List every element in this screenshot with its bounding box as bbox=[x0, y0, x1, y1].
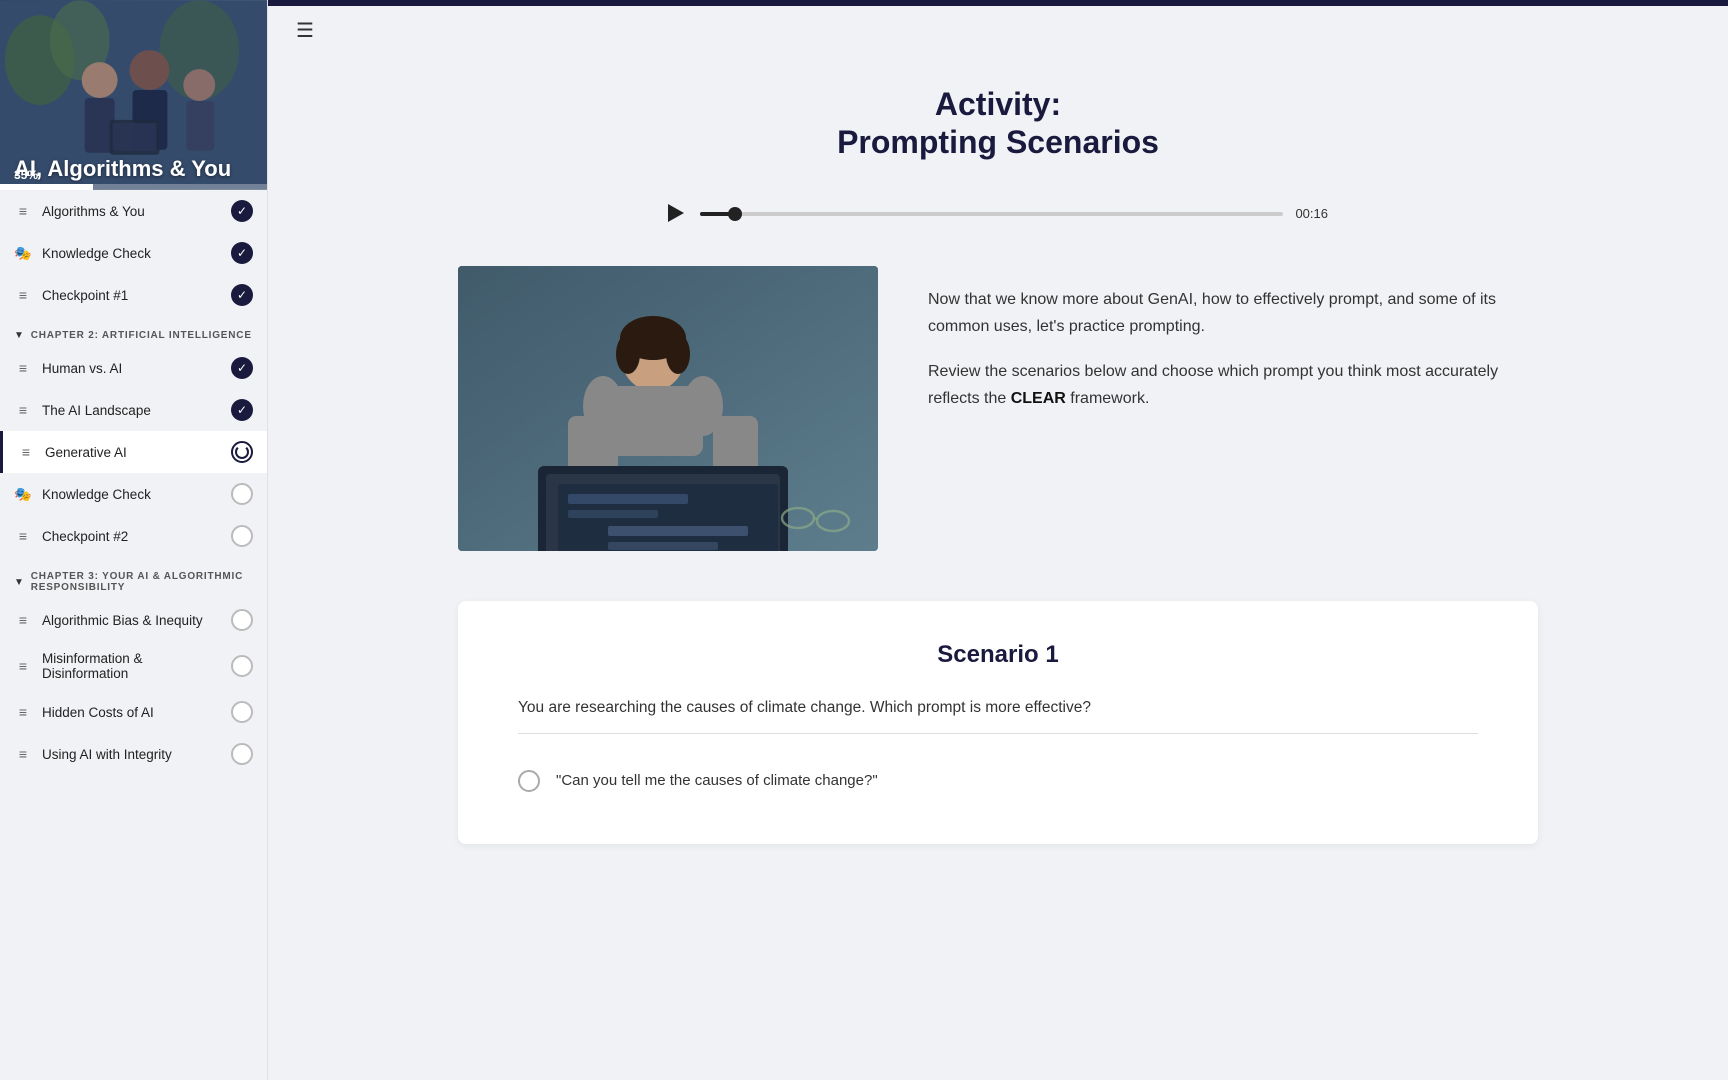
sidebar-item-label: Misinformation & Disinformation bbox=[42, 651, 221, 681]
chevron-down-icon: ▼ bbox=[14, 577, 25, 588]
sidebar-navigation: ≡ Algorithms & You ✓ 🎭 Knowledge Check ✓… bbox=[0, 190, 267, 1080]
quiz-icon: 🎭 bbox=[14, 245, 32, 262]
scenario-card: Scenario 1 You are researching the cause… bbox=[458, 601, 1538, 844]
status-empty-icon bbox=[231, 609, 253, 631]
status-complete-icon: ✓ bbox=[231, 242, 253, 264]
list-icon: ≡ bbox=[14, 746, 32, 762]
status-empty-icon bbox=[231, 655, 253, 677]
header-bar: ☰ bbox=[268, 6, 1728, 55]
quiz-icon: 🎭 bbox=[14, 486, 32, 503]
status-complete-icon: ✓ bbox=[231, 357, 253, 379]
sidebar-item-human-vs-ai[interactable]: ≡ Human vs. AI ✓ bbox=[0, 347, 267, 389]
status-empty-icon bbox=[231, 525, 253, 547]
status-complete-icon: ✓ bbox=[231, 200, 253, 222]
status-complete-icon: ✓ bbox=[231, 399, 253, 421]
main-content: ☰ Activity: Prompting Scenarios 00:16 bbox=[268, 0, 1728, 1080]
chapter-2-title: CHAPTER 2: ARTIFICIAL INTELLIGENCE bbox=[31, 330, 252, 341]
list-icon: ≡ bbox=[14, 287, 32, 303]
sidebar-item-knowledge-check-1[interactable]: 🎭 Knowledge Check ✓ bbox=[0, 232, 267, 274]
scenario-question: You are researching the causes of climat… bbox=[518, 699, 1478, 717]
content-image bbox=[458, 266, 878, 551]
audio-track[interactable] bbox=[700, 212, 1283, 216]
sidebar: AI, Algorithms & You 35% ≡ Algorithms & … bbox=[0, 0, 268, 1080]
audio-player[interactable]: 00:16 bbox=[648, 192, 1348, 236]
sidebar-item-label: Human vs. AI bbox=[42, 361, 221, 376]
sidebar-item-algorithmic-bias[interactable]: ≡ Algorithmic Bias & Inequity bbox=[0, 599, 267, 641]
list-icon: ≡ bbox=[14, 658, 32, 674]
sidebar-item-label: Knowledge Check bbox=[42, 487, 221, 502]
sidebar-item-ai-landscape[interactable]: ≡ The AI Landscape ✓ bbox=[0, 389, 267, 431]
sidebar-item-label: Using AI with Integrity bbox=[42, 747, 221, 762]
sidebar-item-algorithms-you[interactable]: ≡ Algorithms & You ✓ bbox=[0, 190, 267, 232]
scenario-divider bbox=[518, 733, 1478, 734]
radio-button-a[interactable] bbox=[518, 770, 540, 792]
content-bold-keyword: CLEAR bbox=[1011, 390, 1066, 407]
list-icon: ≡ bbox=[14, 360, 32, 376]
sidebar-item-label: Algorithms & You bbox=[42, 204, 221, 219]
content-text-block: Now that we know more about GenAI, how t… bbox=[928, 266, 1538, 431]
sidebar-item-label: Hidden Costs of AI bbox=[42, 705, 221, 720]
sidebar-hero: AI, Algorithms & You 35% bbox=[0, 0, 267, 190]
sidebar-item-checkpoint-1[interactable]: ≡ Checkpoint #1 ✓ bbox=[0, 274, 267, 316]
chapter-2-header: ▼ CHAPTER 2: ARTIFICIAL INTELLIGENCE bbox=[0, 316, 267, 347]
content-paragraph-1: Now that we know more about GenAI, how t… bbox=[928, 286, 1538, 340]
list-icon: ≡ bbox=[14, 203, 32, 219]
chapter-3-title: CHAPTER 3: YOUR AI & ALGORITHMIC RESPONS… bbox=[31, 571, 253, 593]
content-text-after-bold: framework. bbox=[1070, 390, 1149, 407]
sidebar-item-label: Generative AI bbox=[45, 445, 221, 460]
list-icon: ≡ bbox=[14, 402, 32, 418]
status-empty-icon bbox=[231, 483, 253, 505]
status-complete-icon: ✓ bbox=[231, 284, 253, 306]
list-icon: ≡ bbox=[14, 528, 32, 544]
sidebar-item-label: Checkpoint #2 bbox=[42, 529, 221, 544]
status-empty-icon bbox=[231, 701, 253, 723]
play-icon bbox=[668, 204, 684, 222]
page-title-line1: Activity: bbox=[458, 85, 1538, 123]
sidebar-item-using-ai-integrity[interactable]: ≡ Using AI with Integrity bbox=[0, 733, 267, 775]
sidebar-item-misinformation[interactable]: ≡ Misinformation & Disinformation bbox=[0, 641, 267, 691]
scenario-title: Scenario 1 bbox=[518, 641, 1478, 669]
sidebar-item-generative-ai[interactable]: ≡ Generative AI bbox=[0, 431, 267, 473]
sidebar-item-label: Algorithmic Bias & Inequity bbox=[42, 613, 221, 628]
sidebar-item-knowledge-check-2[interactable]: 🎭 Knowledge Check bbox=[0, 473, 267, 515]
chapter-3-header: ▼ CHAPTER 3: YOUR AI & ALGORITHMIC RESPO… bbox=[0, 557, 267, 599]
scenario-option-a[interactable]: "Can you tell me the causes of climate c… bbox=[518, 758, 1478, 804]
sidebar-item-checkpoint-2[interactable]: ≡ Checkpoint #2 bbox=[0, 515, 267, 557]
list-icon: ≡ bbox=[17, 444, 35, 460]
content-two-column: Now that we know more about GenAI, how t… bbox=[458, 266, 1538, 551]
hamburger-button[interactable]: ☰ bbox=[288, 14, 322, 47]
sidebar-item-label: The AI Landscape bbox=[42, 403, 221, 418]
status-in-progress-icon bbox=[231, 441, 253, 463]
play-button[interactable] bbox=[668, 204, 688, 224]
page-title: Activity: Prompting Scenarios bbox=[458, 85, 1538, 162]
option-a-text: "Can you tell me the causes of climate c… bbox=[556, 772, 878, 789]
sidebar-item-label: Knowledge Check bbox=[42, 246, 221, 261]
course-title: AI, Algorithms & You bbox=[14, 156, 253, 182]
hero-overlay: AI, Algorithms & You bbox=[0, 140, 267, 190]
sidebar-item-hidden-costs[interactable]: ≡ Hidden Costs of AI bbox=[0, 691, 267, 733]
content-area: Activity: Prompting Scenarios 00:16 bbox=[398, 55, 1598, 904]
list-icon: ≡ bbox=[14, 612, 32, 628]
sidebar-item-label: Checkpoint #1 bbox=[42, 288, 221, 303]
content-paragraph-2: Review the scenarios below and choose wh… bbox=[928, 358, 1538, 412]
audio-time: 00:16 bbox=[1295, 206, 1328, 221]
page-title-line2: Prompting Scenarios bbox=[458, 123, 1538, 161]
list-icon: ≡ bbox=[14, 704, 32, 720]
progress-label: 35% bbox=[14, 168, 38, 182]
page-title-section: Activity: Prompting Scenarios bbox=[458, 55, 1538, 182]
audio-scrubber-handle[interactable] bbox=[728, 207, 742, 221]
status-empty-icon bbox=[231, 743, 253, 765]
chevron-down-icon: ▼ bbox=[14, 330, 25, 341]
